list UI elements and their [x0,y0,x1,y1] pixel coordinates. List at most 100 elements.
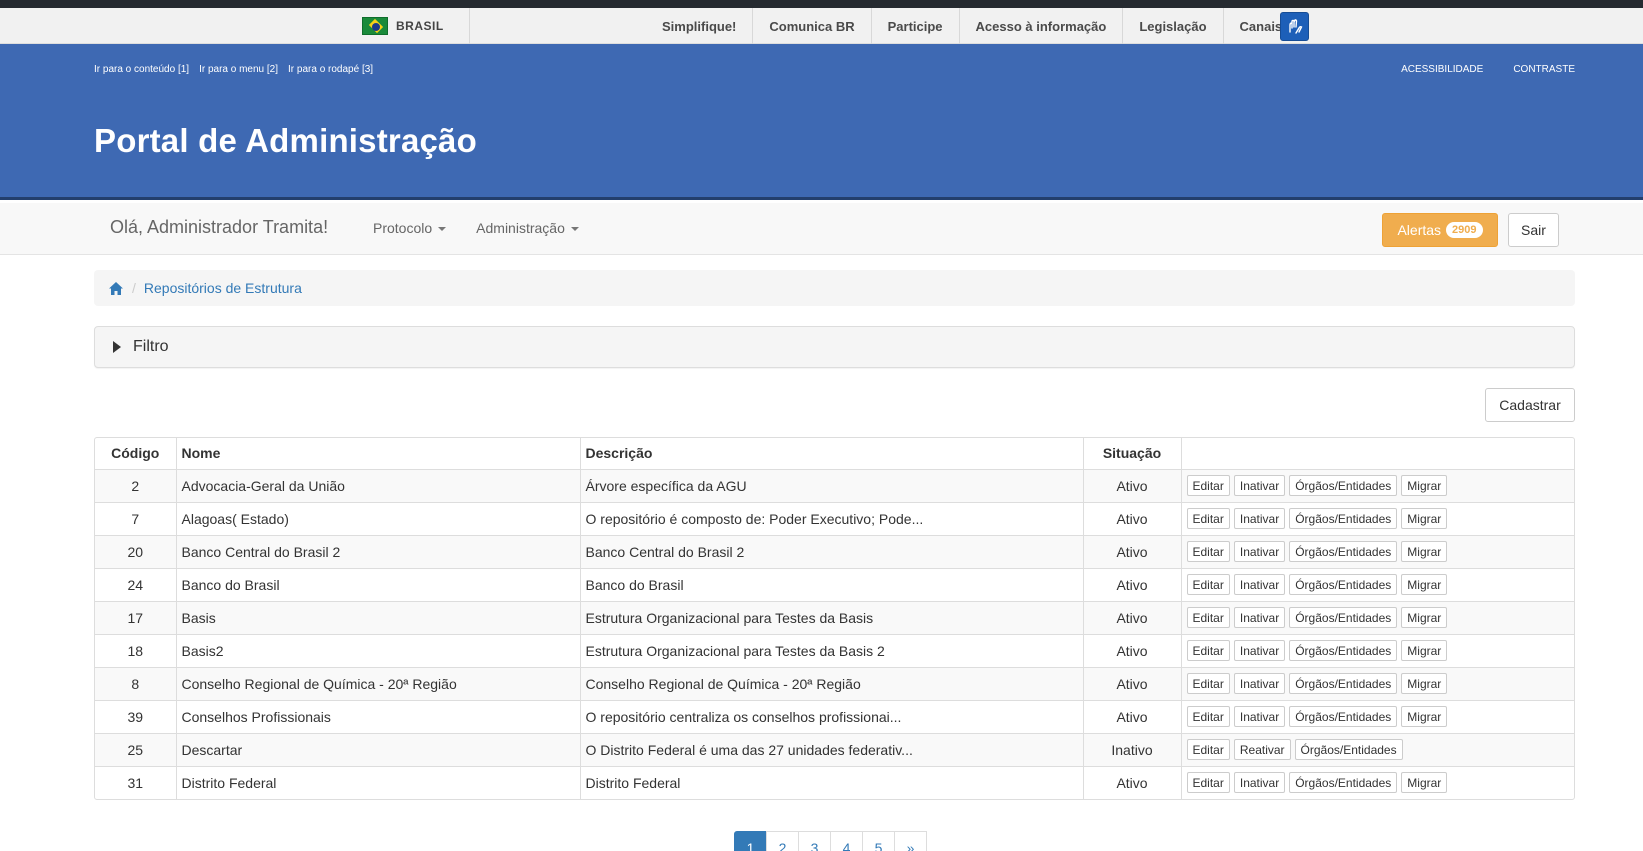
alerts-label: Alertas [1397,222,1442,238]
page-next[interactable]: » [894,831,927,851]
migrar-button[interactable]: Migrar [1401,640,1448,661]
cell-descricao: Estrutura Organizacional para Testes da … [579,600,1084,635]
portal-title[interactable]: Portal de Administração [94,122,477,160]
table-row: 2 Advocacia-Geral da União Árvore específi… [95,468,1574,503]
cell-situacao: Ativo [1082,699,1182,734]
orgaos-entidades-button[interactable]: Órgãos/Entidades [1289,673,1398,694]
menu-protocolo[interactable]: Protocolo [373,220,447,236]
breadcrumb-current[interactable]: Repositórios de Estrutura [144,280,302,296]
row-actions: Editar Inativar Órgãos/Entidades Migrar [1186,541,1572,562]
orgaos-entidades-button[interactable]: Órgãos/Entidades [1289,475,1398,496]
inativar-button[interactable]: Inativar [1233,706,1286,727]
vlibras-sign-language-icon[interactable] [1280,12,1309,41]
editar-button[interactable]: Editar [1186,739,1230,760]
govlink-simplifique[interactable]: Simplifique! [646,8,754,44]
table-row: 18 Basis2 Estrutura Organizacional para Te… [95,633,1574,668]
inativar-button[interactable]: Inativar [1233,574,1286,595]
govlink-participe[interactable]: Participe [872,8,960,44]
editar-button[interactable]: Editar [1186,574,1230,595]
orgaos-entidades-button[interactable]: Órgãos/Entidades [1289,640,1398,661]
brasil-link[interactable]: BRASIL [362,8,470,44]
cell-situacao: Ativo [1082,765,1182,799]
cell-descricao: Banco Central do Brasil 2 [579,534,1084,569]
table-row: 31 Distrito Federal Distrito Federal Ativo E… [95,765,1574,799]
row-actions: Editar Inativar Órgãos/Entidades Migrar [1186,475,1572,496]
inativar-button[interactable]: Inativar [1233,640,1286,661]
inativar-button[interactable]: Inativar [1233,772,1286,794]
alerts-button[interactable]: Alertas 2909 [1382,213,1498,247]
page-3[interactable]: 3 [798,831,831,851]
editar-button[interactable]: Editar [1186,607,1230,628]
editar-button[interactable]: Editar [1186,508,1230,529]
caret-down-icon [438,227,447,232]
table-row: 24 Banco do Brasil Banco do Brasil Ativo Edi… [95,567,1574,602]
migrar-button[interactable]: Migrar [1401,772,1448,794]
cell-nome: Descartar [175,732,581,767]
page-2[interactable]: 2 [766,831,799,851]
page-4[interactable]: 4 [830,831,863,851]
table-row: 8 Conselho Regional de Química - 20ª Regi… [95,666,1574,701]
user-greeting: Olá, Administrador Tramita! [110,217,329,237]
orgaos-entidades-button[interactable]: Órgãos/Entidades [1289,607,1398,628]
editar-button[interactable]: Editar [1186,541,1230,562]
govlink-acesso-informacao[interactable]: Acesso à informação [960,8,1124,44]
cell-nome: Distrito Federal [175,765,581,799]
cell-descricao: Árvore específica da AGU [579,468,1084,503]
cell-actions: Editar Inativar Órgãos/Entidades Migrar [1180,468,1574,503]
cell-nome: Conselhos Profissionais [175,699,581,734]
cell-actions: Editar Inativar Órgãos/Entidades Migrar [1180,534,1574,569]
logout-button[interactable]: Sair [1508,213,1559,247]
inativar-button[interactable]: Inativar [1233,508,1286,529]
cell-codigo: 20 [95,534,177,569]
table-row: 20 Banco Central do Brasil 2 Banco Central… [95,534,1574,569]
cell-situacao: Ativo [1082,633,1182,668]
cell-descricao: O repositório é composto de: Poder Execu… [579,501,1084,536]
inativar-button[interactable]: Inativar [1233,541,1286,562]
editar-button[interactable]: Editar [1186,673,1230,694]
inativar-button[interactable]: Inativar [1233,475,1286,496]
inativar-button[interactable]: Inativar [1233,673,1286,694]
page-1[interactable]: 1 [734,831,767,851]
govlink-legislacao[interactable]: Legislação [1123,8,1224,44]
cell-situacao: Ativo [1082,534,1182,569]
orgaos-entidades-button[interactable]: Órgãos/Entidades [1289,706,1398,727]
menu-administracao[interactable]: Administração [476,220,579,236]
migrar-button[interactable]: Migrar [1401,607,1448,628]
migrar-button[interactable]: Migrar [1401,475,1448,496]
orgaos-entidades-button[interactable]: Órgãos/Entidades [1289,772,1398,794]
cell-codigo: 2 [95,468,177,503]
reativar-button[interactable]: Reativar [1233,739,1291,760]
migrar-button[interactable]: Migrar [1401,706,1448,727]
orgaos-entidades-button[interactable]: Órgãos/Entidades [1289,508,1398,529]
page-5[interactable]: 5 [862,831,895,851]
editar-button[interactable]: Editar [1186,772,1230,794]
home-icon[interactable] [108,281,124,296]
skip-to-content-link[interactable]: Ir para o conteúdo [1] [94,64,189,75]
migrar-button[interactable]: Migrar [1401,541,1448,562]
accessibility-link[interactable]: ACESSIBILIDADE [1401,64,1483,75]
row-actions: Editar Inativar Órgãos/Entidades Migrar [1186,706,1572,727]
orgaos-entidades-button[interactable]: Órgãos/Entidades [1289,574,1398,595]
migrar-button[interactable]: Migrar [1401,574,1448,595]
govlink-comunica-br[interactable]: Comunica BR [753,8,872,44]
editar-button[interactable]: Editar [1186,640,1230,661]
breadcrumb: / Repositórios de Estrutura [94,270,1575,306]
contrast-link[interactable]: CONTRASTE [1513,64,1575,75]
cell-situacao: Inativo [1082,732,1182,767]
skip-to-footer-link[interactable]: Ir para o rodapé [3] [288,64,373,75]
editar-button[interactable]: Editar [1186,475,1230,496]
orgaos-entidades-button[interactable]: Órgãos/Entidades [1289,541,1398,562]
migrar-button[interactable]: Migrar [1401,508,1448,529]
skip-to-menu-link[interactable]: Ir para o menu [2] [199,64,278,75]
cell-descricao: Distrito Federal [579,765,1084,799]
row-actions: Editar Inativar Órgãos/Entidades Migrar [1186,640,1572,661]
migrar-button[interactable]: Migrar [1401,673,1448,694]
orgaos-entidades-button[interactable]: Órgãos/Entidades [1294,739,1403,760]
inativar-button[interactable]: Inativar [1233,607,1286,628]
filter-panel-toggle[interactable]: Filtro [94,326,1575,368]
cell-nome: Basis [175,600,581,635]
breadcrumb-separator: / [132,280,136,296]
create-button[interactable]: Cadastrar [1485,388,1575,422]
editar-button[interactable]: Editar [1186,706,1230,727]
cell-actions: Editar Inativar Órgãos/Entidades Migrar [1180,567,1574,602]
